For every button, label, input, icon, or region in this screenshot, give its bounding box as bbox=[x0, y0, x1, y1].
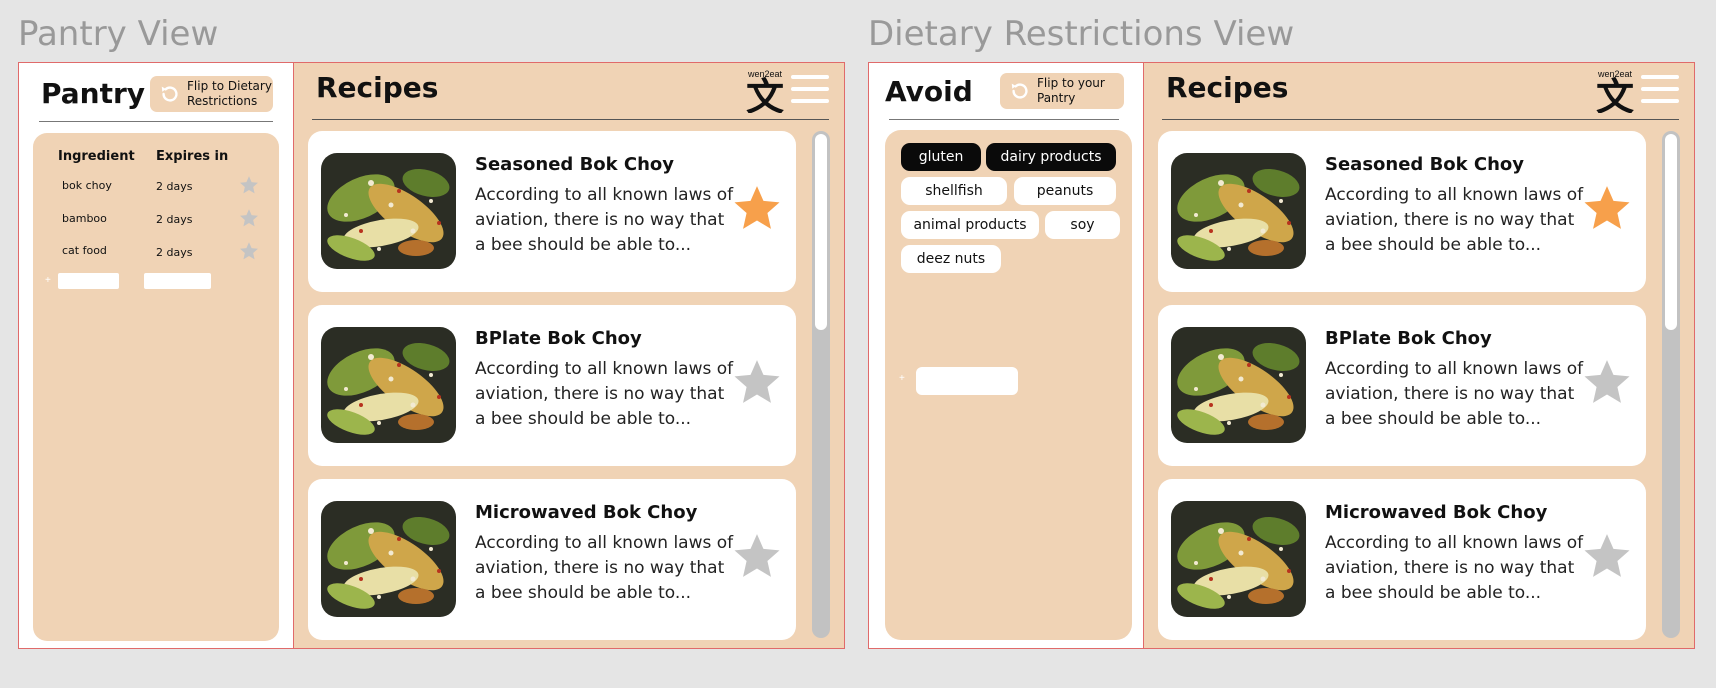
refresh-icon bbox=[1011, 83, 1028, 99]
recipe-image bbox=[1171, 153, 1306, 269]
refresh-icon bbox=[161, 86, 178, 102]
tag-chip-animal-products[interactable]: animal products bbox=[901, 211, 1039, 239]
recipes-title: Recipes bbox=[316, 71, 439, 104]
recipes-scrollbar[interactable] bbox=[1662, 131, 1680, 638]
recipe-card[interactable]: BPlate Bok Choy According to all known l… bbox=[1158, 305, 1646, 466]
star-icon[interactable] bbox=[732, 531, 782, 581]
pantry-table-card: Ingredient Expires in bok choy 2 days ba… bbox=[33, 133, 279, 641]
column-header-ingredient: Ingredient bbox=[58, 149, 135, 164]
star-icon[interactable] bbox=[1582, 183, 1632, 233]
recipe-name: Seasoned Bok Choy bbox=[475, 154, 675, 175]
avoid-panel: Avoid Flip to your Pantry gluten dairy p… bbox=[868, 62, 1144, 649]
menu-bar bbox=[1641, 75, 1679, 79]
menu-bar bbox=[791, 87, 829, 91]
star-icon[interactable] bbox=[239, 241, 259, 261]
expires-cell: 2 days bbox=[156, 180, 193, 193]
add-row-icon[interactable]: + bbox=[45, 275, 51, 286]
recipe-image bbox=[321, 153, 456, 269]
menu-bar bbox=[791, 75, 829, 79]
recipes-divider bbox=[312, 119, 829, 120]
recipe-name: Microwaved Bok Choy bbox=[475, 502, 698, 523]
tag-chip-deez-nuts[interactable]: deez nuts bbox=[901, 245, 1001, 273]
ingredient-cell: bamboo bbox=[62, 212, 107, 225]
add-tag-icon[interactable]: + bbox=[899, 373, 905, 384]
hamburger-menu-icon[interactable] bbox=[791, 75, 829, 105]
recipe-description: According to all known laws of aviation,… bbox=[475, 185, 734, 255]
tag-chip-shellfish[interactable]: shellfish bbox=[901, 177, 1007, 205]
logo-glyph: 文 bbox=[1596, 75, 1634, 113]
recipe-description: According to all known laws of aviation,… bbox=[1325, 359, 1584, 429]
star-icon[interactable] bbox=[239, 175, 259, 195]
tag-chip-dairy-products[interactable]: dairy products bbox=[986, 143, 1116, 171]
recipe-image bbox=[1171, 501, 1306, 617]
recipe-description: According to all known laws of aviation,… bbox=[1325, 533, 1584, 603]
pantry-divider bbox=[39, 121, 273, 122]
recipes-panel: Recipes wen2eat 文 Seasoned Bok Choy Acco… bbox=[1143, 62, 1695, 649]
dietary-view-label: Dietary Restrictions View bbox=[868, 14, 1295, 54]
ingredient-cell: cat food bbox=[62, 244, 107, 257]
recipe-name: Microwaved Bok Choy bbox=[1325, 502, 1548, 523]
recipe-image bbox=[321, 327, 456, 443]
recipe-description: According to all known laws of aviation,… bbox=[475, 533, 734, 603]
expires-cell: 2 days bbox=[156, 246, 193, 259]
expires-cell: 2 days bbox=[156, 213, 193, 226]
star-icon[interactable] bbox=[1582, 357, 1632, 407]
ingredient-cell: bok choy bbox=[62, 179, 112, 192]
recipe-card[interactable]: Microwaved Bok Choy According to all kno… bbox=[1158, 479, 1646, 640]
flip-button-label: Flip to your Pantry bbox=[1037, 76, 1105, 105]
recipe-card[interactable]: BPlate Bok Choy According to all known l… bbox=[308, 305, 796, 466]
recipe-description: According to all known laws of aviation,… bbox=[475, 359, 734, 429]
column-header-expires: Expires in bbox=[156, 149, 229, 164]
tag-chip-gluten[interactable]: gluten bbox=[901, 143, 981, 171]
scrollbar-thumb[interactable] bbox=[815, 134, 827, 330]
recipes-title: Recipes bbox=[1166, 71, 1289, 104]
dietary-view-frame: Avoid Flip to your Pantry gluten dairy p… bbox=[868, 62, 1695, 649]
menu-bar bbox=[791, 99, 829, 103]
recipe-name: Seasoned Bok Choy bbox=[1325, 154, 1525, 175]
pantry-title: Pantry bbox=[41, 77, 146, 110]
star-icon[interactable] bbox=[1582, 531, 1632, 581]
hamburger-menu-icon[interactable] bbox=[1641, 75, 1679, 105]
menu-bar bbox=[1641, 87, 1679, 91]
app-logo: wen2eat 文 bbox=[746, 69, 784, 113]
recipe-card[interactable]: Seasoned Bok Choy According to all known… bbox=[308, 131, 796, 292]
recipes-panel: Recipes wen2eat 文 Seasoned Bok Choy Acco… bbox=[293, 62, 845, 649]
flip-button-label: Flip to Dietary Restrictions bbox=[187, 79, 272, 108]
recipe-image bbox=[321, 501, 456, 617]
new-expiry-input[interactable] bbox=[144, 273, 211, 289]
flip-to-pantry-button[interactable]: Flip to your Pantry bbox=[1000, 73, 1124, 109]
menu-bar bbox=[1641, 99, 1679, 103]
recipes-scrollbar[interactable] bbox=[812, 131, 830, 638]
app-logo: wen2eat 文 bbox=[1596, 69, 1634, 113]
avoid-title: Avoid bbox=[885, 75, 973, 108]
recipe-name: BPlate Bok Choy bbox=[475, 328, 642, 349]
pantry-view-label: Pantry View bbox=[18, 14, 219, 54]
new-ingredient-input[interactable] bbox=[58, 273, 119, 289]
avoid-divider bbox=[889, 119, 1119, 120]
recipe-card[interactable]: Microwaved Bok Choy According to all kno… bbox=[308, 479, 796, 640]
star-icon[interactable] bbox=[239, 208, 259, 228]
tag-chip-soy[interactable]: soy bbox=[1045, 211, 1120, 239]
star-icon[interactable] bbox=[732, 183, 782, 233]
flip-to-dietary-button[interactable]: Flip to Dietary Restrictions bbox=[150, 76, 273, 112]
pantry-view-frame: Pantry Flip to Dietary Restrictions Ingr… bbox=[18, 62, 845, 649]
recipe-name: BPlate Bok Choy bbox=[1325, 328, 1492, 349]
pantry-panel: Pantry Flip to Dietary Restrictions Ingr… bbox=[18, 62, 294, 649]
recipes-divider bbox=[1162, 119, 1679, 120]
avoid-tags-card: gluten dairy products shellfish peanuts … bbox=[885, 130, 1132, 640]
scrollbar-thumb[interactable] bbox=[1665, 134, 1677, 330]
recipe-image bbox=[1171, 327, 1306, 443]
tag-chip-peanuts[interactable]: peanuts bbox=[1014, 177, 1116, 205]
new-restriction-input[interactable] bbox=[916, 367, 1018, 395]
logo-glyph: 文 bbox=[746, 75, 784, 113]
star-icon[interactable] bbox=[732, 357, 782, 407]
recipe-card[interactable]: Seasoned Bok Choy According to all known… bbox=[1158, 131, 1646, 292]
recipe-description: According to all known laws of aviation,… bbox=[1325, 185, 1584, 255]
